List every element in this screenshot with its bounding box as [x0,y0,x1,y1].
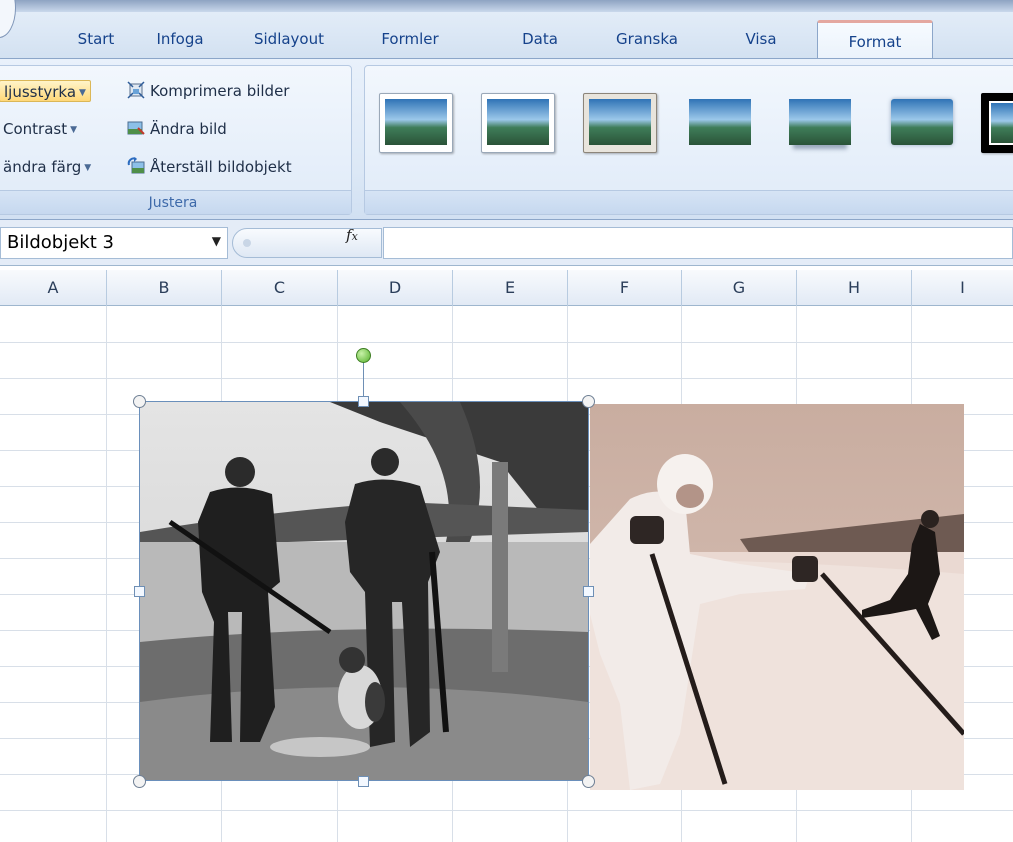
resize-handle-bottom-left[interactable] [133,775,146,788]
compress-pictures-label: Komprimera bilder [150,82,290,100]
reset-picture-label: Återställ bildobjekt [150,158,292,176]
recolor-label: ändra färg [3,158,82,176]
contrast-label: Contrast [3,120,68,138]
picture-style-3[interactable] [583,93,657,153]
rotation-handle-icon[interactable] [356,348,371,363]
contrast-button[interactable]: Contrast ▼ [0,118,81,140]
picture-style-6[interactable] [885,93,959,153]
change-picture-label: Ändra bild [150,120,227,138]
fx-icon[interactable]: fx [346,226,358,244]
formula-bar: Bildobjekt 3 ▼ fx [0,220,1013,266]
column-header-b[interactable]: B [107,270,222,306]
column-header-row: A B C D E F G H I [0,270,1013,306]
resize-handle-right[interactable] [583,586,594,597]
column-header-d[interactable]: D [338,270,453,306]
resize-handle-left[interactable] [134,586,145,597]
reset-picture-icon [127,157,145,175]
picture-styles-group [364,65,1013,215]
column-header-g[interactable]: G [682,270,797,306]
brightness-label: ljusstyrka [4,83,77,101]
change-picture-icon [127,119,145,137]
tab-start[interactable]: Start [60,22,132,58]
tab-formler[interactable]: Formler [360,22,460,58]
dropdown-arrow-icon[interactable]: ▼ [212,234,221,248]
tab-sidlayout[interactable]: Sidlayout [230,22,348,58]
column-header-a[interactable]: A [0,270,107,306]
picture-style-1[interactable] [379,93,453,153]
picture-style-7[interactable] [981,93,1013,153]
resize-handle-bottom[interactable] [358,776,369,787]
tab-granska[interactable]: Granska [592,22,702,58]
recolor-button[interactable]: ändra färg ▼ [0,156,95,178]
ribbon-panel: ljusstyrka ▼ Contrast ▼ ändra färg ▼ Kompri… [0,58,1013,220]
tab-data[interactable]: Data [505,22,575,58]
tab-format[interactable]: Format [817,20,933,60]
formula-input[interactable] [383,227,1013,259]
column-header-e[interactable]: E [453,270,568,306]
dropdown-arrow-icon: ▼ [84,163,92,173]
dropdown-arrow-icon: ▼ [79,88,86,98]
brightness-button[interactable]: ljusstyrka ▼ [0,80,91,102]
formula-bar-handle[interactable] [232,228,382,258]
change-picture-button[interactable]: Ändra bild [123,118,231,140]
resize-handle-bottom-right[interactable] [582,775,595,788]
compress-pictures-icon [127,81,145,99]
skier-photo[interactable] [590,404,964,790]
picture-style-4[interactable] [683,93,757,153]
reset-picture-button[interactable]: Återställ bildobjekt [123,156,296,178]
adjust-group: ljusstyrka ▼ Contrast ▼ ändra färg ▼ Kompri… [0,65,352,215]
compress-pictures-button[interactable]: Komprimera bilder [123,80,293,102]
ribbon-tab-strip: Start Infoga Sidlayout Formler Data Gran… [0,0,1013,60]
column-header-i[interactable]: I [912,270,1013,306]
column-header-f[interactable]: F [568,270,682,306]
office-button[interactable] [0,0,16,38]
dropdown-arrow-icon: ▼ [70,125,78,135]
adjust-group-label: Justera [0,190,351,214]
name-box[interactable]: Bildobjekt 3 ▼ [0,227,228,259]
hunters-photo[interactable] [140,402,588,780]
resize-handle-top-left[interactable] [133,395,146,408]
name-box-value: Bildobjekt 3 [7,232,114,253]
column-header-h[interactable]: H [797,270,912,306]
picture-style-2[interactable] [481,93,555,153]
tab-infoga[interactable]: Infoga [137,22,223,58]
picture-style-5[interactable] [783,93,857,153]
resize-handle-top-right[interactable] [582,395,595,408]
title-bar-edge [0,0,1013,12]
column-header-c[interactable]: C [222,270,338,306]
resize-handle-top[interactable] [358,396,369,407]
picture-styles-label [365,190,1013,214]
tab-visa[interactable]: Visa [722,22,800,58]
